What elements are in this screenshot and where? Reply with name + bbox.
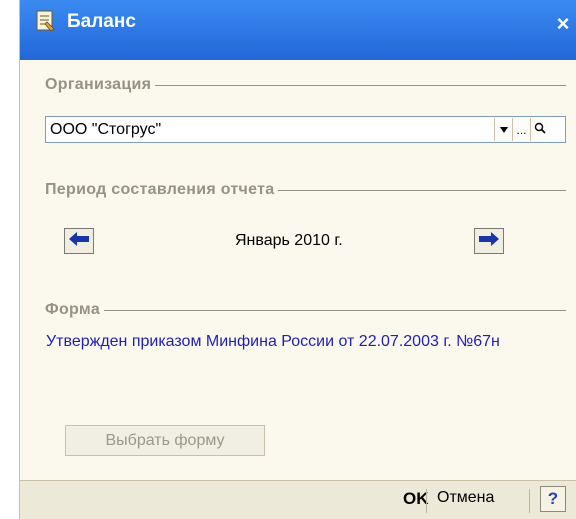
period-label: Период составления отчета xyxy=(45,181,275,198)
divider xyxy=(426,489,427,513)
window-title: Баланс xyxy=(67,11,136,32)
arrow-left-icon xyxy=(68,231,90,252)
ok-button[interactable]: OK xyxy=(403,489,429,513)
previous-period-button[interactable] xyxy=(64,228,94,254)
next-period-button[interactable] xyxy=(474,228,504,254)
help-icon: ? xyxy=(547,489,559,508)
select-button[interactable]: ... xyxy=(512,118,530,141)
close-icon: × xyxy=(556,11,570,36)
period-section-header: Период составления отчета xyxy=(45,180,566,200)
divider xyxy=(278,189,566,191)
magnifier-icon xyxy=(534,122,546,137)
organization-label: Организация xyxy=(45,76,152,93)
form-section-header: Форма xyxy=(45,300,566,320)
close-button[interactable]: × xyxy=(549,10,576,38)
arrow-right-icon xyxy=(478,231,500,252)
help-button[interactable]: ? xyxy=(540,486,566,512)
document-icon xyxy=(35,10,55,32)
form-description: Утвержден приказом Минфина России от 22.… xyxy=(46,333,500,350)
organization-value[interactable]: ООО "Стогрус" xyxy=(50,120,161,140)
divider xyxy=(155,84,566,86)
title-bar[interactable]: Баланс × xyxy=(20,0,576,60)
button-bar: OK Отмена ? xyxy=(20,480,576,519)
period-value: Январь 2010 г. xyxy=(235,232,343,249)
select-form-button[interactable]: Выбрать форму xyxy=(65,425,265,456)
organization-field[interactable]: ООО "Стогрус" ... xyxy=(45,116,566,143)
chevron-down-icon xyxy=(499,123,509,137)
form-label: Форма xyxy=(45,301,101,318)
dropdown-button[interactable] xyxy=(494,118,512,141)
cancel-button[interactable]: Отмена xyxy=(437,489,494,513)
open-button[interactable] xyxy=(530,118,548,141)
divider xyxy=(104,309,566,311)
dialog-window: Баланс × Организация ООО "Стогрус" ... П… xyxy=(19,0,576,519)
organization-section-header: Организация xyxy=(45,75,566,95)
divider xyxy=(529,489,530,513)
